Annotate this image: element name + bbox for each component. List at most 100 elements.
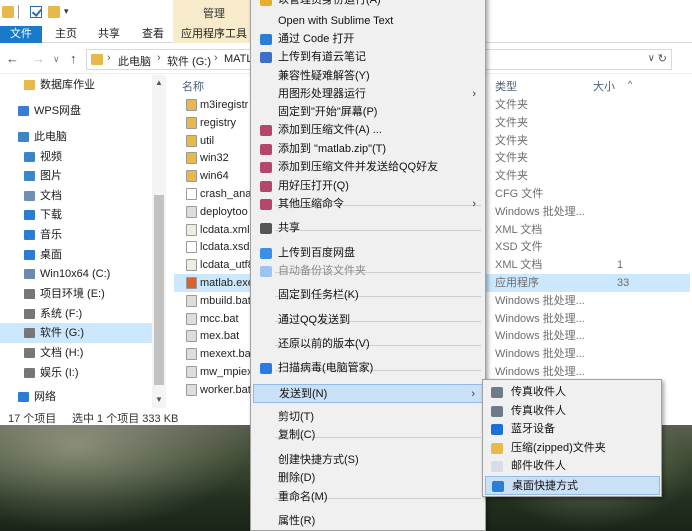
context-menu-item[interactable]: 自动备份该文件夹 (253, 262, 484, 281)
sidebar-item[interactable]: 此电脑 (0, 127, 152, 147)
sidebar-item[interactable]: 图片 (0, 166, 152, 186)
file-icon (186, 188, 197, 200)
context-menu-label: 以管理员身份运行(A) (278, 0, 381, 6)
context-menu-item[interactable]: 剪切(T) (253, 408, 484, 427)
sidebar-item[interactable]: 文档 (0, 186, 152, 206)
sidebar-item[interactable]: WPS网盘 (0, 101, 152, 121)
send-to-item[interactable]: 邮件收件人 (485, 457, 660, 476)
context-menu-item[interactable]: 用图形处理器运行 › (253, 85, 484, 104)
file-name: mcc.bat (200, 313, 239, 325)
tab-view[interactable]: 查看 (142, 26, 164, 43)
context-menu-item[interactable]: 固定到"开始"屏幕(P) (253, 103, 484, 122)
quick-access-dropdown-icon[interactable]: ▾ (64, 6, 69, 17)
context-menu-item[interactable]: 兼容性疑难解答(Y) (253, 67, 484, 86)
address-dropdown-icon[interactable]: ∨ (648, 53, 655, 64)
context-menu-item[interactable]: 复制(C) (253, 426, 484, 445)
chevron-right-icon: › (472, 198, 476, 210)
context-menu-item[interactable]: 还原以前的版本(V) (253, 335, 484, 354)
send-to-item[interactable]: 桌面快捷方式 (485, 476, 660, 495)
context-menu-item[interactable]: 发送到(N) › (253, 384, 484, 403)
context-menu-item[interactable]: 删除(D) (253, 469, 484, 488)
breadcrumb-drive-g[interactable]: 软件 (G:) (167, 53, 211, 69)
sidebar-item[interactable]: 数据库作业 (0, 75, 152, 95)
tab-home[interactable]: 主页 (55, 26, 77, 43)
sidebar-item[interactable]: 下载 (0, 205, 152, 225)
context-menu-item[interactable]: 创建快捷方式(S) (253, 451, 484, 470)
chevron-right-icon: › (471, 388, 475, 400)
manage-tab[interactable]: 管理 (173, 0, 255, 26)
sidebar-item[interactable]: 视频 (0, 147, 152, 167)
context-menu-item[interactable]: 扫描病毒(电脑管家) (253, 359, 484, 378)
context-menu-item[interactable]: 固定到任务栏(K) (253, 286, 484, 305)
file-type: XSD 文件 (495, 241, 543, 253)
properties-check-icon[interactable] (30, 6, 42, 18)
column-header-type[interactable]: 类型 (495, 78, 517, 94)
sidebar-item[interactable]: 项目环境 (E:) (0, 284, 152, 304)
context-menu-item[interactable]: 添加到压缩文件(A) ... (253, 121, 484, 140)
context-menu-item[interactable]: 重命名(M) (253, 488, 484, 507)
context-menu-item[interactable]: 其他压缩命令 › (253, 195, 484, 214)
sidebar-item[interactable]: 文档 (H:) (0, 343, 152, 363)
back-arrow-icon[interactable]: ← (6, 51, 19, 66)
sidebar-item-label: 项目环境 (E:) (40, 288, 105, 300)
context-menu-item[interactable]: 添加到 "matlab.zip"(T) (253, 140, 484, 159)
sidebar-item-label: 图片 (40, 170, 62, 182)
sidebar-item-label: 系统 (F:) (40, 308, 83, 320)
context-menu-item[interactable]: 属性(R) (253, 512, 484, 531)
recent-locations-chevron-icon[interactable]: ∨ (53, 54, 60, 65)
context-menu-item[interactable]: Open with Sublime Text (253, 12, 484, 31)
refresh-icon[interactable]: ↻ (658, 52, 667, 65)
scroll-down-icon[interactable]: ▼ (155, 395, 163, 404)
new-folder-icon[interactable] (48, 6, 60, 18)
folder-icon (186, 99, 197, 111)
wallpaper-blur-left (0, 425, 250, 531)
context-menu-item[interactable]: 通过 Code 打开 (253, 30, 484, 49)
send-to-label: 邮件收件人 (511, 460, 566, 472)
sidebar-item[interactable]: 音乐 (0, 225, 152, 245)
nav-pane-scroll-thumb[interactable] (154, 195, 164, 385)
send-to-item[interactable]: 压缩(zipped)文件夹 (485, 439, 660, 458)
scroll-up-icon[interactable]: ▲ (155, 78, 163, 87)
send-to-item[interactable]: 传真收件人 (485, 383, 660, 402)
chevron-right-icon[interactable]: › (214, 52, 218, 64)
breadcrumb-matlab[interactable]: MATL (224, 53, 253, 65)
tab-share[interactable]: 共享 (98, 26, 120, 43)
context-menu-item[interactable]: 上传到有道云笔记 (253, 48, 484, 67)
folder-icon (24, 80, 35, 90)
column-header-name[interactable]: 名称 (182, 78, 204, 94)
sidebar-item-label: WPS网盘 (34, 105, 82, 117)
note-icon (260, 52, 272, 63)
column-header-size[interactable]: 大小 (593, 78, 615, 94)
context-menu-item[interactable]: 以管理员身份运行(A) (253, 0, 484, 10)
folder-icon[interactable] (2, 6, 14, 18)
sidebar-item[interactable]: Win10x64 (C:) (0, 264, 152, 284)
send-to-label: 传真收件人 (511, 405, 566, 417)
context-menu-label: 固定到任务栏(K) (278, 289, 359, 301)
breadcrumb-this-pc[interactable]: 此电脑 (118, 53, 151, 69)
context-menu-item[interactable]: 上传到百度网盘 (253, 244, 484, 263)
chevron-right-icon[interactable]: › (107, 52, 111, 64)
context-menu-item[interactable]: 用好压打开(Q) (253, 177, 484, 196)
sidebar-item[interactable]: 软件 (G:) (0, 323, 152, 343)
scroll-up-icon[interactable]: ^ (628, 79, 632, 89)
file-name: m3iregistr (200, 99, 249, 111)
context-menu-item[interactable]: 通过QQ发送到 (253, 311, 484, 330)
context-menu-item[interactable]: 添加到压缩文件并发送给QQ好友 (253, 158, 484, 177)
sidebar-item[interactable]: 娱乐 (I:) (0, 363, 152, 383)
tab-app-tools[interactable]: 应用程序工具 (173, 26, 255, 43)
file-type: 文件夹 (495, 117, 528, 129)
tab-file[interactable]: 文件 (0, 26, 42, 43)
sidebar-item[interactable]: 系统 (F:) (0, 304, 152, 324)
send-to-item[interactable]: 蓝牙设备 (485, 420, 660, 439)
sidebar-item[interactable]: 网络 (0, 387, 152, 407)
chevron-right-icon[interactable]: › (157, 52, 161, 64)
forward-arrow-icon[interactable]: → (32, 51, 45, 66)
folder-icon (186, 170, 197, 182)
up-arrow-icon[interactable]: ↑ (70, 51, 77, 66)
context-menu-item[interactable]: 共享 (253, 219, 484, 238)
sidebar-item[interactable]: 桌面 (0, 245, 152, 265)
file-type: Windows 批处理... (495, 330, 585, 342)
context-menu-label: 兼容性疑难解答(Y) (278, 70, 370, 82)
fax-icon (491, 406, 503, 417)
send-to-item[interactable]: 传真收件人 (485, 402, 660, 421)
